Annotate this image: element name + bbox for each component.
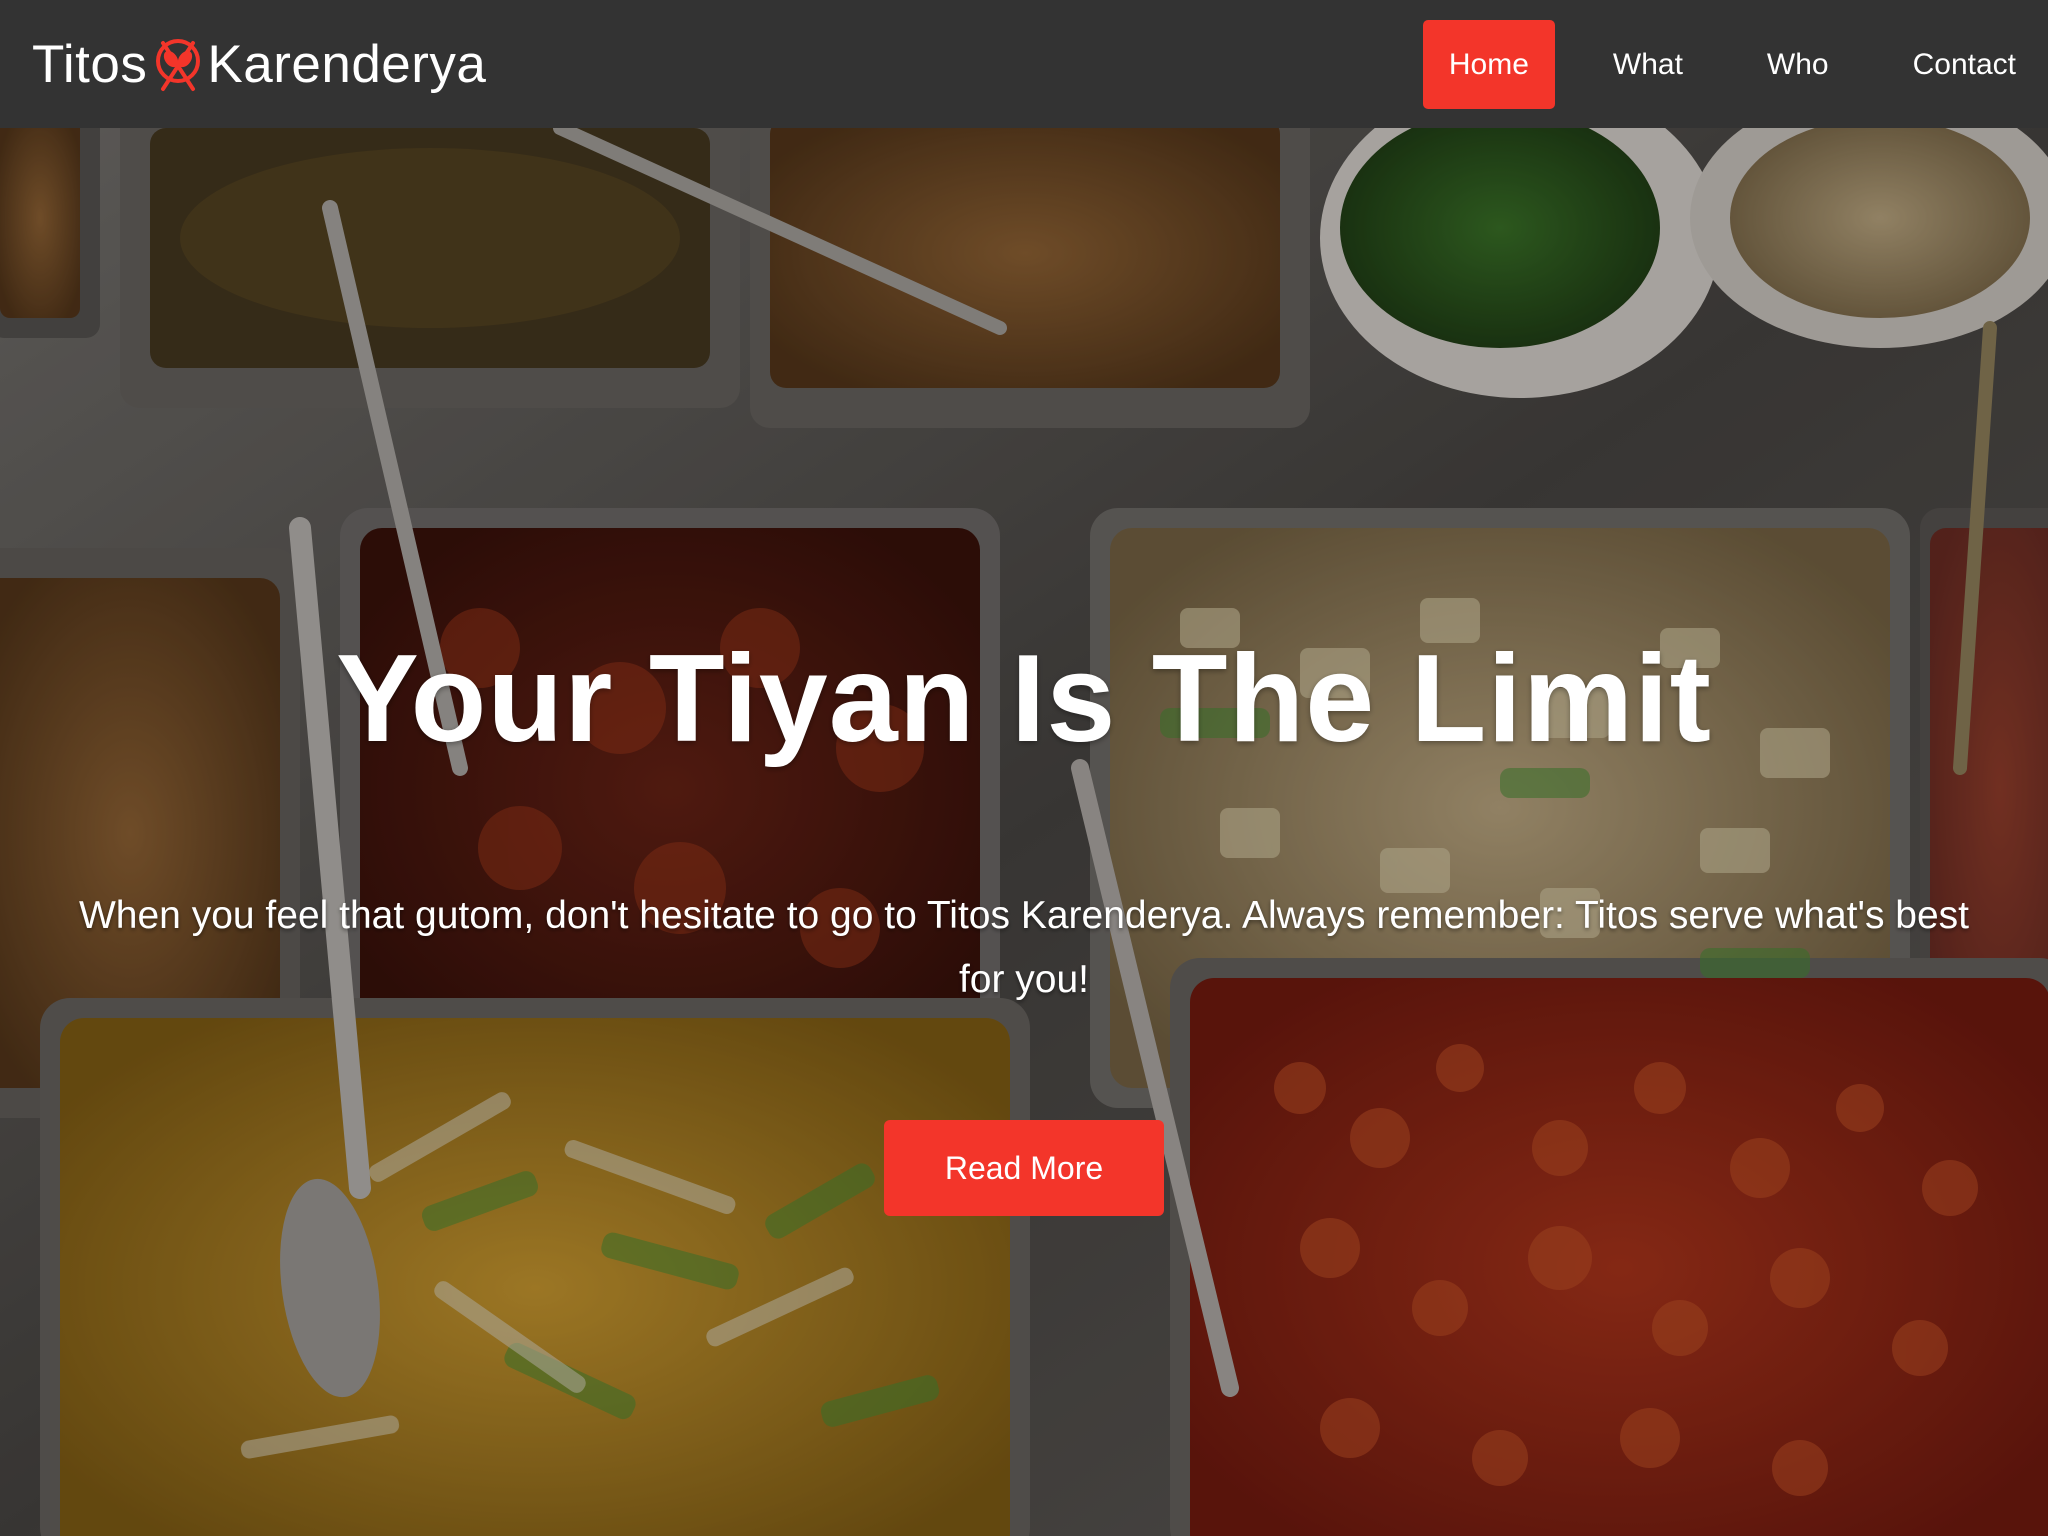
nav-home-link[interactable]: Home bbox=[1422, 19, 1555, 109]
fork-spoon-icon bbox=[151, 35, 205, 93]
hero-section: Your Tiyan Is The Limit When you feel th… bbox=[0, 128, 2048, 1536]
brand-logo[interactable]: Titos Karenderya bbox=[32, 34, 486, 95]
main-nav: Home What Who Contact bbox=[1422, 0, 2016, 128]
navbar: Titos Karenderya Home What Who Contact bbox=[0, 0, 2048, 128]
nav-who-link[interactable]: Who bbox=[1725, 20, 1871, 109]
hero-content: Your Tiyan Is The Limit When you feel th… bbox=[0, 128, 2048, 1536]
read-more-button[interactable]: Read More bbox=[884, 1120, 1164, 1216]
hero-title: Your Tiyan Is The Limit bbox=[336, 630, 1712, 768]
brand-name-right: Karenderya bbox=[207, 34, 487, 94]
nav-contact-link[interactable]: Contact bbox=[1871, 20, 2016, 109]
nav-what-link[interactable]: What bbox=[1571, 20, 1725, 109]
brand-name-left: Titos bbox=[32, 34, 148, 94]
hero-description: When you feel that gutom, don't hesitate… bbox=[78, 894, 1969, 1001]
